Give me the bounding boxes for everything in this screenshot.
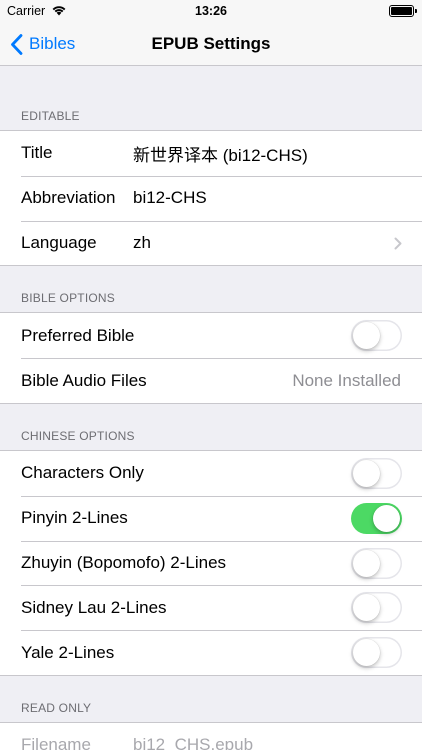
chinese-option-row: Yale 2-Lines — [0, 630, 422, 675]
characters-only-toggle[interactable] — [351, 457, 402, 489]
filename-row: Filename bi12_CHS.epub — [0, 723, 422, 750]
abbreviation-label: Abbreviation — [21, 188, 116, 208]
editable-group: Title 新世界译本 (bi12-CHS) Abbreviation bi12… — [0, 130, 422, 267]
chinese-option-row: Pinyin 2-Lines — [0, 495, 422, 541]
characters-only-label: Characters Only — [21, 463, 144, 483]
toggle-knob — [353, 639, 380, 667]
toggle-knob — [353, 594, 380, 622]
title-row[interactable]: Title 新世界译本 (bi12-CHS) — [0, 131, 422, 176]
toggle-knob — [353, 549, 380, 577]
chinese-option-row: Zhuyin (Bopomofo) 2-Lines — [0, 540, 422, 586]
read-only-group: Filename bi12_CHS.epub — [0, 721, 422, 750]
zhuyin-toggle[interactable] — [351, 547, 402, 579]
yale-toggle[interactable] — [351, 637, 402, 669]
filename-label: Filename — [21, 735, 91, 750]
abbreviation-value[interactable]: bi12-CHS — [133, 188, 422, 208]
bible-options-group: Preferred Bible Bible Audio Files None I… — [0, 312, 422, 404]
chinese-option-row: Characters Only — [0, 451, 422, 496]
toggle-knob — [353, 322, 380, 350]
pinyin-label: Pinyin 2-Lines — [21, 508, 128, 528]
page-title: EPUB Settings — [151, 34, 271, 53]
section-header-editable: EDITABLE — [21, 109, 80, 123]
bible-audio-label: Bible Audio Files — [21, 370, 147, 390]
language-row[interactable]: Language zh — [0, 220, 422, 266]
battery-icon — [389, 5, 417, 17]
yale-label: Yale 2-Lines — [21, 642, 115, 662]
bible-audio-row[interactable]: Bible Audio Files None Installed — [0, 358, 422, 403]
toggle-knob — [353, 459, 380, 487]
title-value[interactable]: 新世界译本 (bi12-CHS) — [133, 141, 422, 166]
title-label: Title — [21, 143, 53, 163]
abbreviation-row[interactable]: Abbreviation bi12-CHS — [0, 175, 422, 221]
status-time: 13:26 — [195, 4, 227, 18]
filename-value: bi12_CHS.epub — [133, 735, 254, 750]
language-value: zh — [133, 232, 151, 252]
preferred-bible-label: Preferred Bible — [21, 325, 135, 345]
preferred-bible-row: Preferred Bible — [0, 313, 422, 358]
language-label: Language — [21, 232, 97, 252]
bible-audio-value: None Installed — [292, 370, 401, 390]
navigation-bar: Bibles EPUB Settings — [0, 22, 422, 66]
pinyin-toggle[interactable] — [351, 502, 402, 534]
sidney-lau-toggle[interactable] — [351, 592, 402, 624]
sidney-lau-label: Sidney Lau 2-Lines — [21, 597, 167, 617]
preferred-bible-toggle[interactable] — [351, 320, 402, 352]
zhuyin-label: Zhuyin (Bopomofo) 2-Lines — [21, 552, 227, 572]
toggle-knob — [373, 504, 400, 532]
chevron-right-icon — [394, 237, 402, 250]
chinese-option-row: Sidney Lau 2-Lines — [0, 585, 422, 630]
section-header-chinese-options: CHINESE OPTIONS — [21, 428, 135, 443]
section-header-read-only: READ ONLY — [21, 700, 92, 715]
chinese-options-group: Characters Only Pinyin 2-Lines Zhuyin (B… — [0, 449, 422, 676]
status-bar: Carrier 13:26 — [0, 0, 422, 22]
section-header-bible-options: BIBLE OPTIONS — [21, 291, 115, 306]
